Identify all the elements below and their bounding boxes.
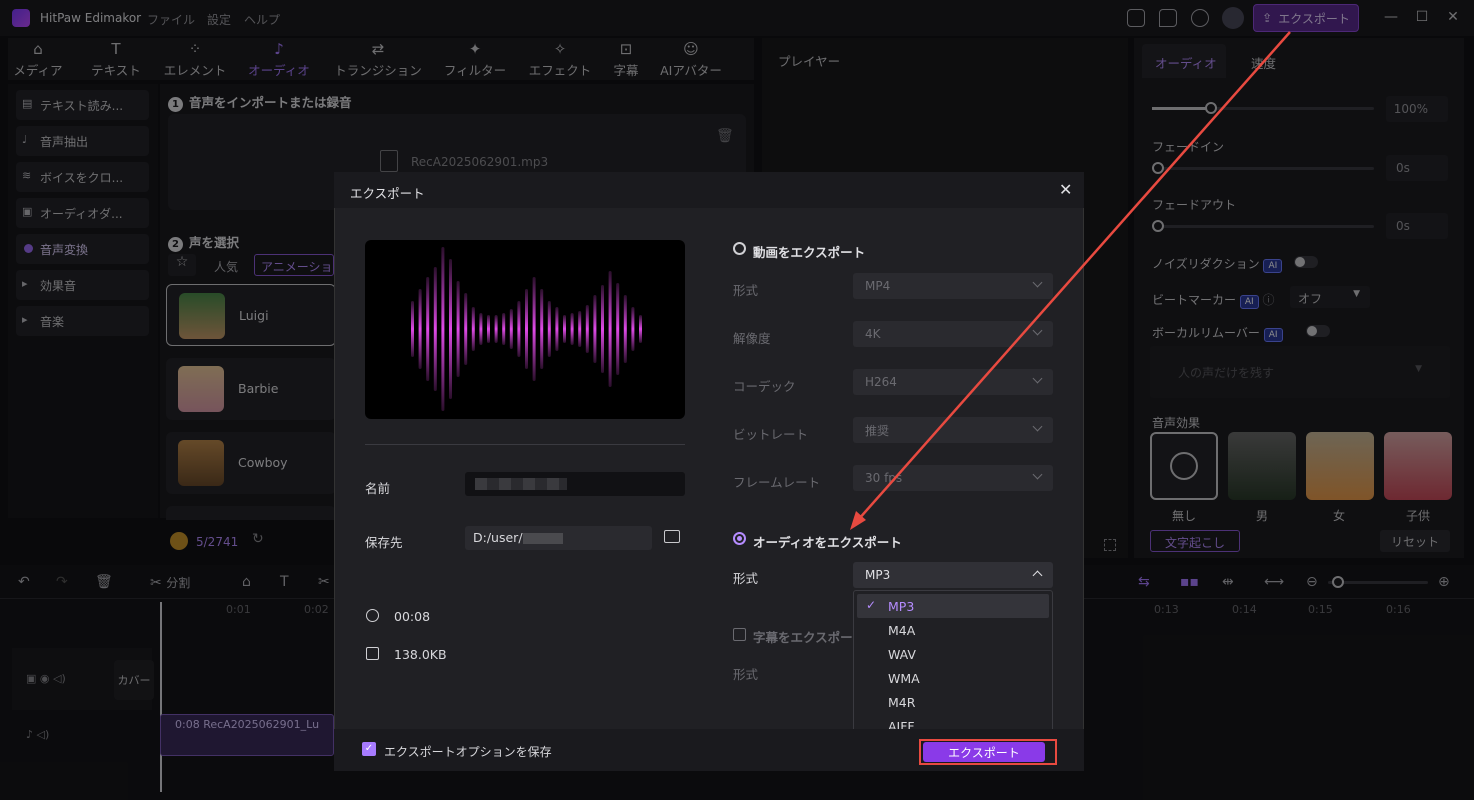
arrow-line (857, 31, 1291, 521)
annotation-arrow (850, 31, 1291, 530)
